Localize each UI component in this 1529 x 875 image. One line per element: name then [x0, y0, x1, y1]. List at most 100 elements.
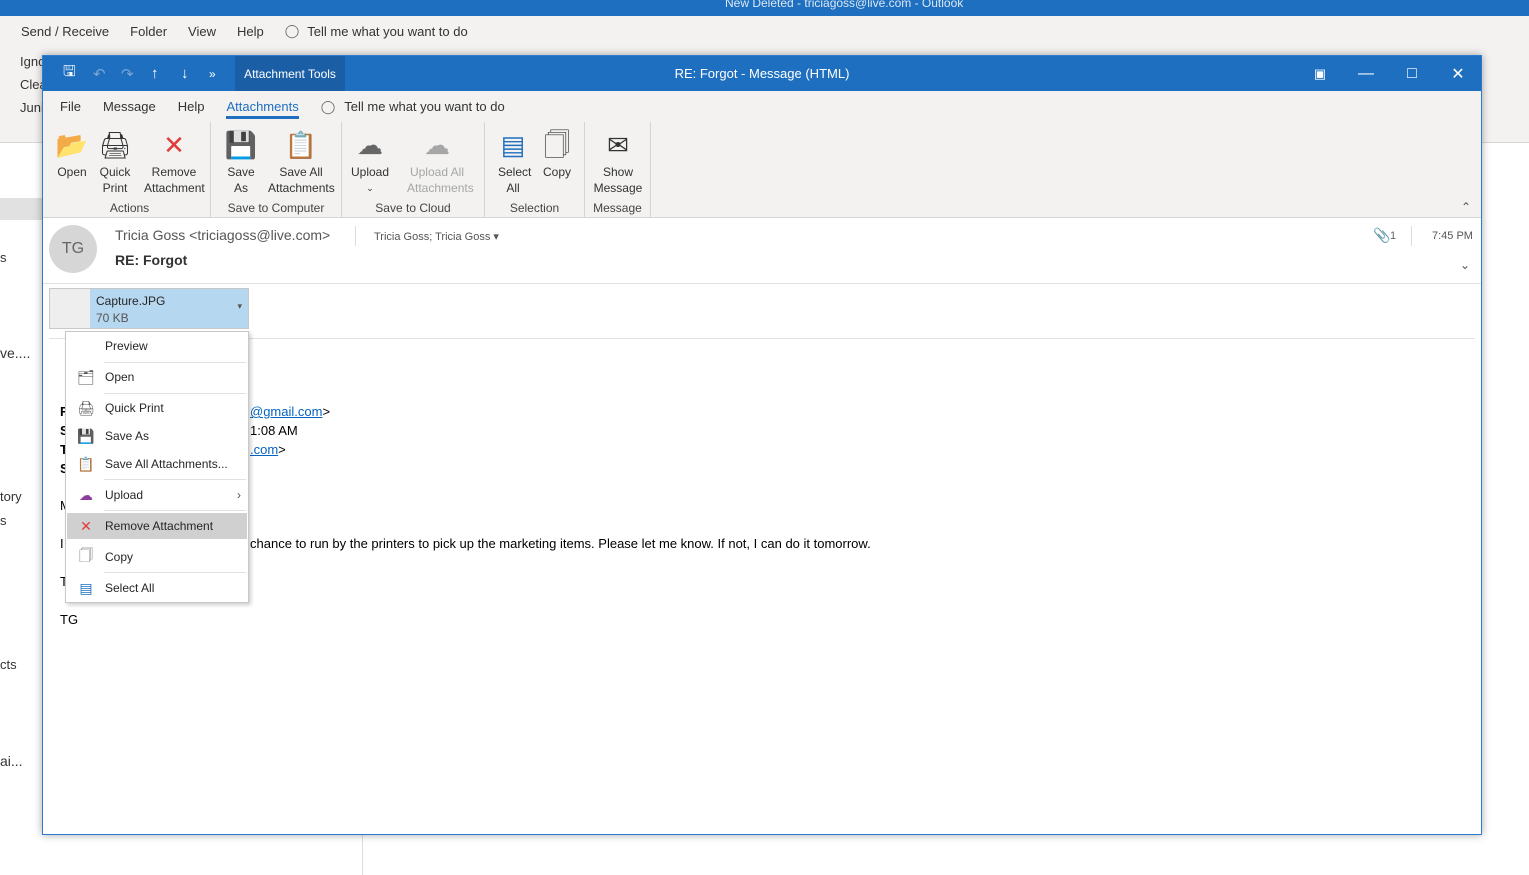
menu-send-receive[interactable]: Send / Receive — [21, 24, 109, 39]
lightbulb-icon: ◯ — [284, 23, 300, 38]
group-save-to-cloud: ☁ Upload ⌄ ☁ Upload All Attachments Save to… — [342, 122, 485, 218]
cloud-upload-icon: ☁ — [357, 130, 383, 160]
menu-item-save-as[interactable]: 💾 Save As — [67, 423, 247, 449]
window-title: RE: Forgot - Message (HTML) — [674, 66, 850, 81]
sent-value: 1:08 AM — [250, 423, 298, 438]
show-message-button[interactable]: ✉ Show Message — [591, 126, 645, 196]
chevron-down-icon: ▾ — [493, 231, 499, 243]
folder-fragment[interactable]: s — [0, 250, 7, 265]
message-window: 🖫 ↶ ↷ ↑ ↓ » Attachment Tools RE: Forgot … — [42, 55, 1482, 835]
maximize-button[interactable]: □ — [1389, 56, 1435, 91]
menu-item-remove-attachment[interactable]: ✕ Remove Attachment — [67, 513, 247, 539]
save-all-icon: 📋 — [77, 455, 95, 472]
attachment-name: Capture.JPG — [96, 294, 166, 308]
divider — [355, 226, 356, 246]
menu-item-save-all[interactable]: 📋 Save All Attachments... — [67, 451, 247, 477]
group-selection: ▤ Select All 🗍 Copy Selection — [485, 122, 585, 218]
group-message: ✉ Show Message Message — [585, 122, 651, 218]
attachment-size: 70 KB — [96, 311, 129, 325]
group-label: Save to Computer — [227, 201, 325, 215]
attachment-dropdown-icon[interactable]: ▾ — [237, 301, 242, 312]
message-header: TG Tricia Goss <triciagoss@live.com> Tri… — [43, 218, 1481, 284]
tab-message[interactable]: Message — [103, 91, 156, 122]
remove-attachment-button[interactable]: ✕ Remove Attachment — [139, 126, 209, 196]
expand-header-icon[interactable]: ⌄ — [1460, 258, 1470, 272]
divider — [362, 835, 363, 875]
printer-icon: 🖨 — [77, 399, 95, 416]
menu-item-quick-print[interactable]: 🖨 Quick Print — [67, 395, 247, 421]
group-save-to-computer: 💾 Save As 📋 Save All Attachments Save to C… — [211, 122, 342, 218]
folder-fragment[interactable]: tory — [0, 489, 22, 504]
minimize-button[interactable]: — — [1343, 56, 1389, 91]
folder-fragment[interactable]: s — [0, 513, 7, 528]
save-as-icon: 💾 — [77, 427, 95, 444]
upload-button[interactable]: ☁ Upload ⌄ — [348, 126, 392, 196]
select-all-button[interactable]: ▤ Select All — [493, 126, 533, 196]
close-icon: ✕ — [163, 130, 185, 160]
paperclip-icon: 📎 — [1373, 227, 1391, 243]
folder-fragment[interactable]: cts — [0, 657, 17, 672]
open-button[interactable]: 📂 Open — [53, 126, 91, 180]
divider — [49, 338, 1475, 339]
upload-all-attachments-button[interactable]: ☁ Upload All Attachments — [394, 126, 480, 196]
printer-icon: 🖨 — [98, 130, 132, 160]
selected-folder[interactable] — [0, 198, 42, 220]
ribbon-tabs: File Message Help Attachments ◯ Tell me … — [43, 91, 1481, 122]
folder-open-icon: 📂 — [55, 130, 89, 160]
attachment-chip[interactable]: Capture.JPG 70 KB ▾ — [49, 288, 249, 329]
from-value: @gmail.com> — [250, 404, 331, 419]
tell-me-search[interactable]: Tell me what you want to do — [344, 91, 504, 122]
body-line: chance to run by the printers to pick up… — [250, 536, 871, 551]
copy-icon: 🗍 — [79, 547, 93, 563]
lightbulb-icon: ◯ — [320, 98, 336, 114]
cloud-upload-icon: ☁ — [424, 130, 450, 160]
background-menu: Send / Receive Folder View Help ◯ Tell m… — [0, 16, 1529, 46]
email-link[interactable]: @gmail.com — [250, 404, 322, 419]
recipients[interactable]: Tricia Goss; Tricia Goss ▾ — [374, 230, 499, 243]
menu-help[interactable]: Help — [237, 24, 264, 39]
upload-icon: ☁ — [79, 486, 93, 503]
background-title: New Deleted - triciagoss@live.com - Outl… — [725, 0, 964, 10]
group-label: Selection — [509, 201, 560, 215]
sent-time: 7:45 PM — [1432, 230, 1473, 242]
ribbon-display-icon[interactable]: ▣ — [1297, 56, 1343, 91]
tab-file[interactable]: File — [60, 91, 81, 122]
copy-icon: 🗍 — [544, 130, 570, 160]
email-link[interactable]: .com — [250, 442, 278, 457]
menu-item-upload[interactable]: ☁ Upload › — [67, 482, 247, 508]
menu-item-select-all[interactable]: ▤ Select All — [67, 575, 247, 601]
group-label: Save to Cloud — [375, 201, 451, 215]
signature: TG — [60, 612, 79, 627]
tab-attachments[interactable]: Attachments — [226, 91, 299, 122]
attachment-count: 1 — [1390, 230, 1397, 242]
folder-fragment[interactable]: ve.... — [0, 345, 30, 361]
folder-fragment[interactable]: ai... — [0, 753, 23, 769]
attachment-info: Capture.JPG 70 KB ▾ — [90, 289, 248, 328]
body-fragment: I — [60, 536, 64, 551]
title-bar: 🖫 ↶ ↷ ↑ ↓ » Attachment Tools RE: Forgot … — [43, 56, 1481, 91]
sender[interactable]: Tricia Goss <triciagoss@live.com> — [115, 227, 330, 243]
divider — [1411, 226, 1412, 246]
copy-button[interactable]: 🗍 Copy — [537, 126, 577, 180]
envelope-icon: ✉ — [607, 130, 629, 160]
close-button[interactable]: ✕ — [1435, 56, 1481, 91]
quick-print-button[interactable]: 🖨 Quick Print — [95, 126, 135, 196]
menu-item-open[interactable]: 🗂 Open — [67, 364, 247, 390]
tab-help[interactable]: Help — [178, 91, 205, 122]
save-all-attachments-button[interactable]: 📋 Save All Attachments — [263, 126, 339, 196]
tell-me-search[interactable]: Tell me what you want to do — [307, 24, 467, 39]
select-all-icon: ▤ — [79, 579, 93, 596]
chevron-right-icon: › — [237, 488, 241, 502]
save-all-icon: 📋 — [284, 130, 318, 160]
menu-item-preview[interactable]: Preview — [67, 333, 247, 359]
menu-item-copy[interactable]: 🗍 Copy — [67, 544, 247, 570]
folder-open-icon: 🗂 — [77, 368, 95, 385]
menu-folder[interactable]: Folder — [130, 24, 167, 39]
collapse-ribbon-icon[interactable]: ⌃ — [1461, 200, 1471, 214]
group-label: Actions — [109, 201, 150, 215]
group-actions: 📂 Open 🖨 Quick Print ✕ Remove Attachment Ac… — [49, 122, 211, 218]
save-as-button[interactable]: 💾 Save As — [221, 126, 261, 196]
ignore-button[interactable]: Ignc — [20, 54, 45, 69]
menu-view[interactable]: View — [188, 24, 216, 39]
close-icon: ✕ — [80, 517, 92, 534]
